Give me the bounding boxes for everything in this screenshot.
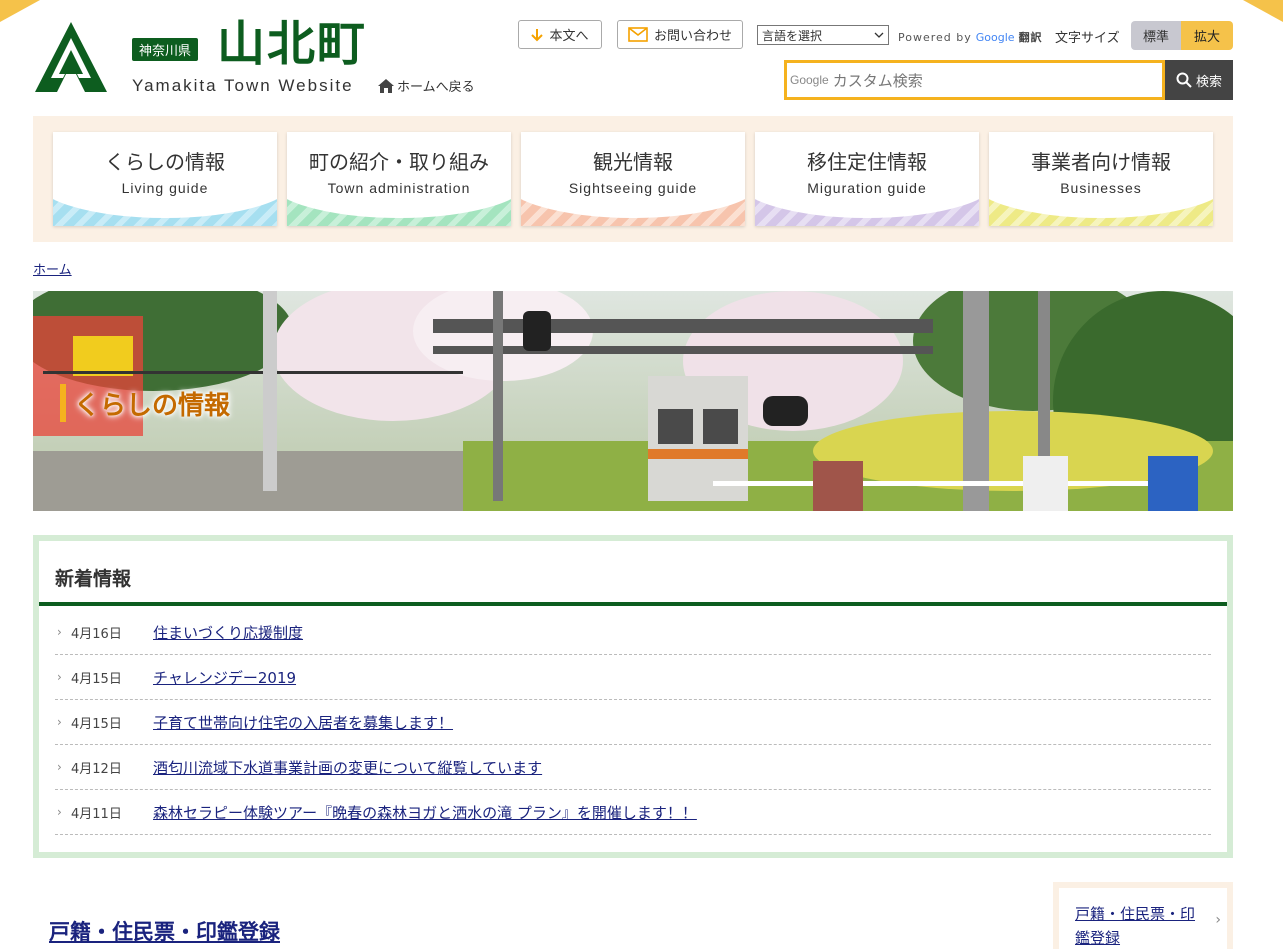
home-icon [378, 78, 394, 93]
nav-migration-guide[interactable]: 移住定住情報 Miguration guide [755, 132, 979, 226]
nav-living-guide[interactable]: くらしの情報 Living guide [53, 132, 277, 226]
news-date: 4月11日 [71, 806, 122, 822]
powered-by-google-translate: Powered by Google 翻訳 [898, 29, 1043, 45]
arrow-down-icon [531, 28, 544, 41]
nav-label-jp: 町の紹介・取り組み [309, 150, 489, 174]
news-list: › 4月16日 住まいづくり応援制度 › 4月15日 チャレンジデー2019 ›… [55, 610, 1211, 835]
search-button-label: 検索 [1195, 74, 1222, 90]
translate-label[interactable]: 翻訳 [1019, 29, 1043, 45]
chevron-right-icon: › [57, 760, 62, 774]
hero-title-text: くらしの情報 [74, 390, 231, 421]
global-navigation: くらしの情報 Living guide 町の紹介・取り組み Town admin… [33, 116, 1233, 242]
nav-sightseeing-guide[interactable]: 観光情報 Sightseeing guide [521, 132, 745, 226]
search-input[interactable]: Google カスタム検索 [784, 60, 1165, 100]
nav-label-en: Businesses [1060, 180, 1142, 196]
chevron-right-icon: › [57, 670, 62, 684]
news-link[interactable]: 森林セラピー体験ツアー『晩春の森林ヨガと洒水の滝 プラン』を開催します！！ [153, 802, 697, 823]
mail-icon [628, 27, 648, 42]
news-date: 4月12日 [71, 761, 122, 777]
nav-label-en: Sightseeing guide [568, 180, 698, 196]
breadcrumb-home-link[interactable]: ホーム [33, 259, 72, 278]
nav-businesses[interactable]: 事業者向け情報 Businesses [989, 132, 1213, 226]
chevron-right-icon: › [57, 805, 62, 819]
chevron-down-icon [874, 32, 884, 38]
nav-label-en: Town administration [327, 180, 471, 196]
news-item: › 4月15日 子育て世帯向け住宅の入居者を募集します！ [55, 700, 1211, 745]
prefecture-badge: 神奈川県 [132, 38, 199, 61]
nav-label-jp: くらしの情報 [105, 150, 225, 174]
side-menu-item[interactable]: 戸籍・住民票・印鑑登録 › [1059, 888, 1227, 949]
font-size-large-button[interactable]: 拡大 [1181, 21, 1233, 50]
nav-label-jp: 観光情報 [593, 150, 673, 174]
language-select-value: 言語を選択 [762, 28, 823, 43]
section-title-family-register[interactable]: 戸籍・住民票・印鑑登録 [49, 916, 280, 946]
nav-label-en: Living guide [121, 180, 209, 196]
site-header: 神奈川県 山北町 Yamakita Town Website ホームへ戻る 本文… [0, 0, 1283, 116]
home-back-link[interactable]: ホームへ戻る [377, 76, 475, 95]
news-date: 4月15日 [71, 716, 122, 732]
google-logo-text: Google [975, 30, 1015, 44]
news-link[interactable]: 酒匂川流域下水道事業計画の変更について縦覧しています [153, 757, 542, 778]
news-section: 新着情報 › 4月16日 住まいづくり応援制度 › 4月15日 チャレンジデー2… [33, 535, 1233, 858]
news-date: 4月15日 [71, 671, 122, 687]
town-name-logo[interactable]: 山北町 [217, 14, 367, 74]
news-date: 4月16日 [71, 626, 122, 642]
nav-label-jp: 移住定住情報 [807, 150, 927, 174]
language-select[interactable]: 言語を選択 [757, 25, 889, 45]
news-header: 新着情報 [39, 541, 1227, 606]
news-item: › 4月15日 チャレンジデー2019 [55, 655, 1211, 700]
powered-by-label: Powered by [898, 30, 972, 44]
site-subtitle: Yamakita Town Website [132, 76, 354, 95]
search-placeholder: カスタム検索 [832, 71, 923, 90]
hero-title: くらしの情報 [60, 384, 230, 422]
google-search-brand: Google [790, 73, 829, 87]
font-size-standard-button[interactable]: 標準 [1131, 21, 1181, 50]
news-item: › 4月12日 酒匂川流域下水道事業計画の変更について縦覧しています [55, 745, 1211, 790]
side-menu-link[interactable]: 戸籍・住民票・印鑑登録 [1075, 905, 1195, 947]
contact-button[interactable]: お問い合わせ [617, 20, 743, 49]
hero-title-accent-bar [60, 384, 66, 422]
news-item: › 4月11日 森林セラピー体験ツアー『晩春の森林ヨガと洒水の滝 プラン』を開催… [55, 790, 1211, 835]
news-link[interactable]: 子育て世帯向け住宅の入居者を募集します！ [153, 712, 453, 733]
skip-to-main-button[interactable]: 本文へ [518, 20, 602, 49]
search-icon [1176, 72, 1192, 88]
news-item: › 4月16日 住まいづくり応援制度 [55, 610, 1211, 655]
search-button[interactable]: 検索 [1165, 60, 1233, 100]
chevron-right-icon: › [57, 715, 62, 729]
contact-label: お問い合わせ [653, 29, 732, 44]
news-link[interactable]: 住まいづくり応援制度 [153, 622, 303, 643]
news-heading: 新着情報 [55, 568, 132, 590]
side-menu: 戸籍・住民票・印鑑登録 › [1053, 882, 1233, 949]
nav-label-jp: 事業者向け情報 [1031, 150, 1171, 174]
news-link[interactable]: チャレンジデー2019 [153, 667, 296, 688]
chevron-right-icon: › [57, 625, 62, 639]
nav-label-en: Miguration guide [807, 180, 927, 196]
chevron-right-icon: › [1215, 912, 1221, 928]
skip-to-main-label: 本文へ [549, 29, 589, 44]
font-size-label: 文字サイズ [1055, 31, 1120, 46]
nav-town-administration[interactable]: 町の紹介・取り組み Town administration [287, 132, 511, 226]
home-back-label: ホームへ戻る [397, 80, 475, 95]
town-emblem-icon[interactable] [33, 20, 109, 94]
